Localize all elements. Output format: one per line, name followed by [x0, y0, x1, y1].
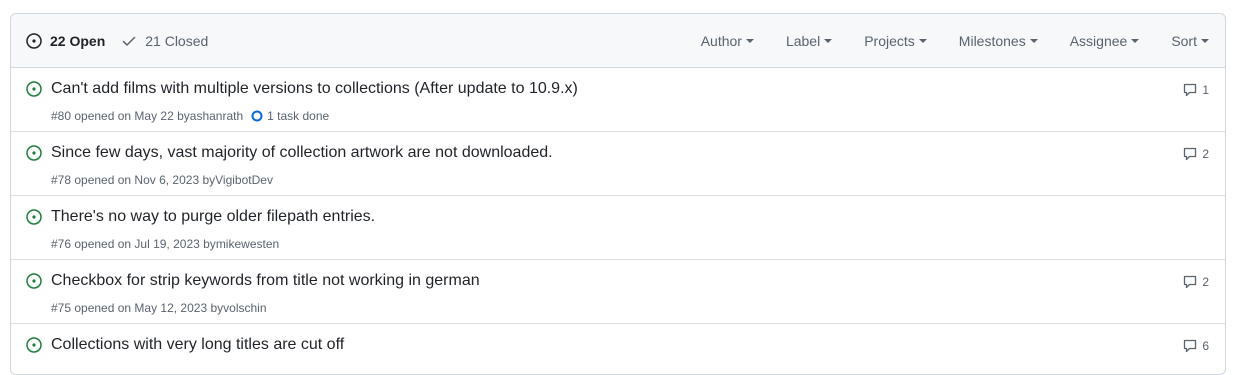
projects-filter-label: Projects — [864, 32, 915, 49]
comment-count: 1 — [1202, 83, 1209, 97]
issue-open-icon — [26, 209, 42, 225]
issue-title-link[interactable]: Checkbox for strip keywords from title n… — [51, 272, 480, 290]
closed-issues-label: 21 Closed — [145, 32, 209, 49]
issue-open-icon — [26, 337, 42, 353]
issue-title-link[interactable]: There's no way to purge older filepath e… — [51, 208, 375, 226]
task-progress: 1 task done — [251, 109, 329, 123]
task-progress-label: 1 task done — [267, 109, 330, 123]
caret-down-icon — [745, 38, 754, 43]
comment-icon — [1184, 147, 1197, 161]
comments-link[interactable]: 6 — [1182, 338, 1209, 354]
issue-meta: #80 opened on May 22 by ashanrath 1 task… — [51, 109, 329, 123]
milestones-filter[interactable]: Milestones — [959, 33, 1038, 49]
projects-filter[interactable]: Projects — [864, 33, 927, 49]
issue-row: Since few days, vast majority of collect… — [11, 132, 1225, 196]
issue-meta: #78 opened on Nov 6, 2023 by VigibotDev — [51, 173, 273, 187]
open-issues-label: 22 Open — [50, 32, 106, 49]
issue-opened-text: #76 opened on Jul 19, 2023 by — [51, 237, 216, 251]
filter-bar: Author Label Projects Milestones Assigne… — [701, 14, 1209, 67]
issue-author-link[interactable]: ashanrath — [190, 109, 243, 123]
issue-row: Checkbox for strip keywords from title n… — [11, 260, 1225, 324]
assignee-filter[interactable]: Assignee — [1070, 33, 1140, 49]
comment-icon — [1184, 275, 1197, 289]
issue-opened-text: #75 opened on May 12, 2023 by — [51, 301, 224, 315]
issue-meta: #76 opened on Jul 19, 2023 by mikewesten — [51, 237, 279, 251]
author-filter[interactable]: Author — [701, 33, 754, 49]
task-progress-icon — [251, 110, 263, 122]
issues-toolbar: 22 Open 21 Closed Author Label Projects — [11, 14, 1225, 68]
state-toggle: 22 Open 21 Closed — [26, 33, 208, 49]
author-filter-label: Author — [700, 32, 742, 49]
sort-filter[interactable]: Sort — [1171, 33, 1209, 49]
caret-down-icon — [1029, 38, 1038, 43]
issues-list: 22 Open 21 Closed Author Label Projects — [10, 13, 1226, 375]
caret-down-icon — [1131, 38, 1140, 43]
open-issues-tab[interactable]: 22 Open — [26, 33, 105, 49]
assignee-filter-label: Assignee — [1069, 32, 1128, 49]
issue-open-icon — [26, 273, 42, 289]
issue-author-link[interactable]: mikewesten — [216, 237, 279, 251]
issue-open-icon — [26, 32, 42, 49]
comment-count: 2 — [1202, 147, 1209, 161]
caret-down-icon — [1201, 38, 1209, 43]
issue-title-link[interactable]: Can't add films with multiple versions t… — [51, 80, 578, 98]
issue-opened-text: #78 opened on Nov 6, 2023 by — [51, 173, 216, 187]
issue-meta: #75 opened on May 12, 2023 by volschin — [51, 301, 267, 315]
issue-row: Can't add films with multiple versions t… — [11, 68, 1225, 132]
issue-title-link[interactable]: Collections with very long titles are cu… — [51, 336, 344, 354]
issue-title-link[interactable]: Since few days, vast majority of collect… — [51, 144, 553, 162]
comments-link[interactable]: 2 — [1182, 146, 1209, 162]
comment-count: 2 — [1202, 275, 1209, 289]
issue-author-link[interactable]: VigibotDev — [215, 173, 273, 187]
issue-author-link[interactable]: volschin — [223, 301, 266, 315]
comments-link[interactable]: 1 — [1182, 82, 1209, 98]
check-icon — [123, 36, 136, 46]
sort-filter-label: Sort — [1171, 32, 1197, 49]
comment-count: 6 — [1202, 339, 1209, 353]
label-filter[interactable]: Label — [785, 32, 833, 49]
comments-link[interactable]: 2 — [1182, 274, 1209, 290]
comment-icon — [1184, 339, 1197, 353]
milestones-filter-label: Milestones — [958, 32, 1026, 49]
caret-down-icon — [824, 38, 833, 43]
caret-down-icon — [918, 38, 927, 43]
label-filter-label: Label — [785, 32, 821, 49]
issue-row: There's no way to purge older filepath e… — [11, 196, 1225, 260]
issue-open-icon — [26, 145, 42, 161]
comment-icon — [1184, 83, 1197, 97]
issue-opened-text: #80 opened on May 22 by — [51, 109, 190, 123]
issue-row: Collections with very long titles are cu… — [11, 324, 1225, 374]
closed-issues-tab[interactable]: 21 Closed — [121, 33, 208, 49]
issue-open-icon — [26, 81, 42, 97]
